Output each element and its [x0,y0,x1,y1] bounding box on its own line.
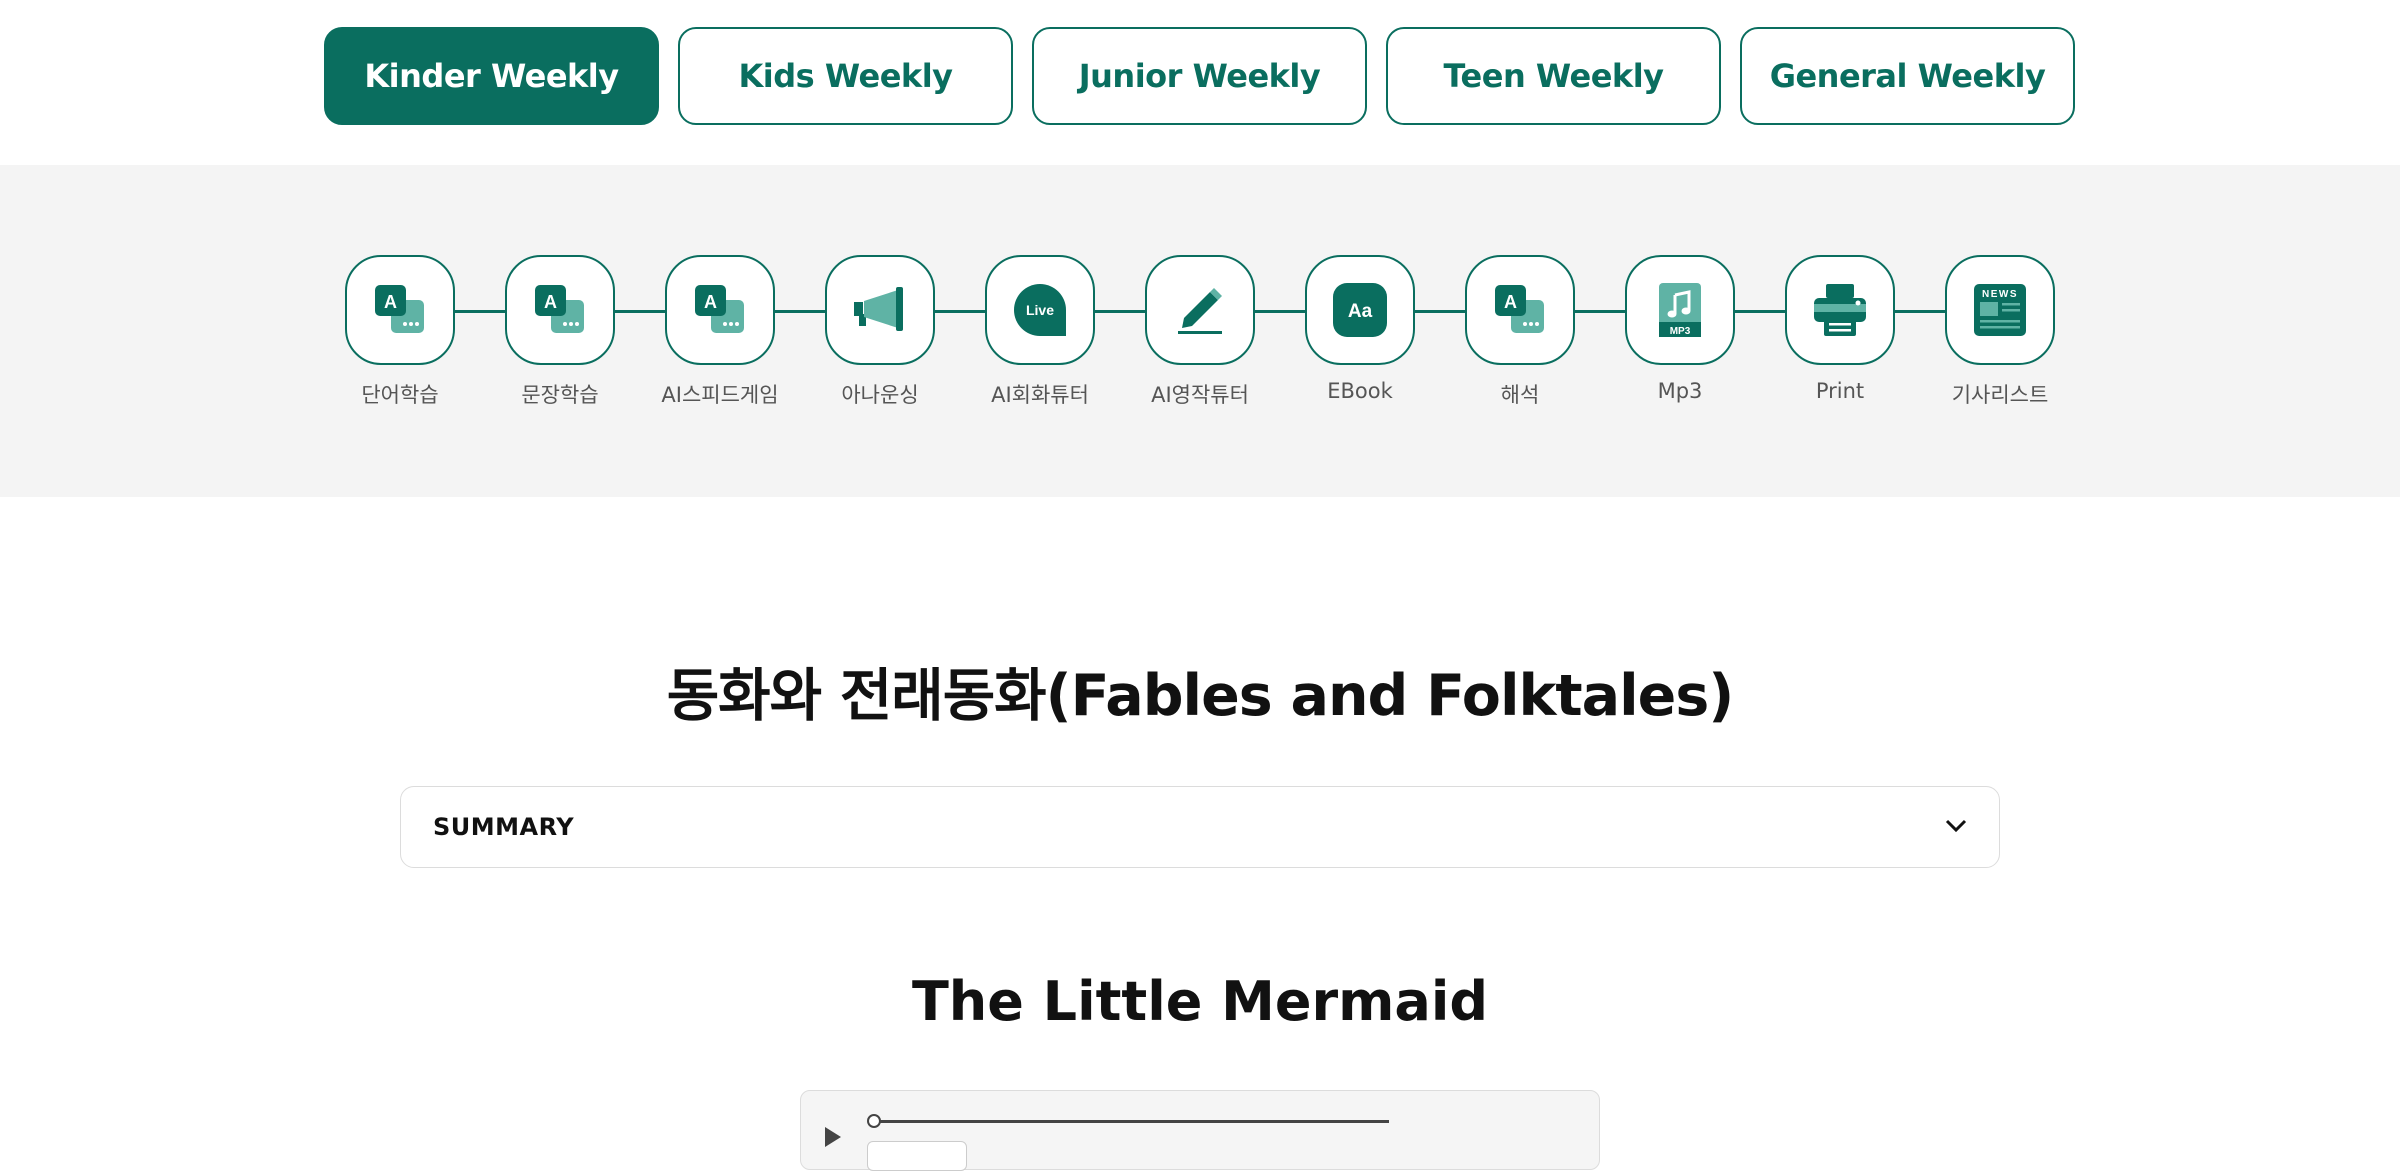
tool-print[interactable]: Print [1760,255,1920,403]
tool-label: Print [1815,379,1865,403]
svg-text:Live: Live [1026,302,1054,318]
svg-text:A: A [384,292,397,312]
tab-junior-weekly[interactable]: Junior Weekly [1032,27,1367,125]
svg-text:NEWS: NEWS [1982,289,2018,300]
chevron-down-icon [1945,818,1967,837]
summary-accordion[interactable]: SUMMARY [400,786,2000,868]
audio-seek-bar[interactable] [867,1114,1389,1128]
ai-speed-game-icon: A [665,255,775,365]
tool-label: AI스피드게임 [661,383,779,407]
printer-icon [1785,255,1895,365]
svg-text:A: A [704,292,717,312]
pencil-icon [1145,255,1255,365]
translation-icon: A [1465,255,1575,365]
tool-ai-conversation-tutor[interactable]: Live AI회화튜터 [960,255,1120,409]
summary-label: SUMMARY [433,813,575,841]
tool-word-study[interactable]: A 단어학습 [320,255,480,409]
audio-player [800,1090,1600,1171]
svg-text:Aa: Aa [1348,301,1373,322]
svg-text:MP3: MP3 [1670,326,1691,337]
tool-label: 문장학습 [521,383,599,407]
tool-label: 단어학습 [361,383,439,407]
live-chat-icon: Live [985,255,1095,365]
playback-control-box[interactable] [867,1141,967,1171]
story-title: The Little Mermaid [911,970,1489,1033]
tool-label: AI영작튜터 [1151,383,1249,407]
tool-mp3[interactable]: MP3 Mp3 [1600,255,1760,403]
tool-label: EBook [1327,379,1393,403]
seek-knob[interactable] [867,1114,881,1128]
tool-ai-writing-tutor[interactable]: AI영작튜터 [1120,255,1280,409]
tool-label: Mp3 [1657,379,1703,403]
tool-ai-speed-game[interactable]: A AI스피드게임 [640,255,800,409]
tool-announcing[interactable]: 아나운싱 [800,255,960,409]
svg-text:A: A [544,292,557,312]
play-icon[interactable] [825,1127,841,1147]
news-list-icon: NEWS [1945,255,2055,365]
tab-kids-weekly[interactable]: Kids Weekly [678,27,1013,125]
tab-general-weekly[interactable]: General Weekly [1740,27,2075,125]
section-title: 동화와 전래동화(Fables and Folktales) [666,663,1735,729]
tool-label: AI회화튜터 [991,383,1089,407]
tool-sentence-study[interactable]: A 문장학습 [480,255,640,409]
word-study-icon: A [345,255,455,365]
mp3-icon: MP3 [1625,255,1735,365]
sentence-study-icon: A [505,255,615,365]
svg-text:A: A [1504,292,1517,312]
tab-kinder-weekly[interactable]: Kinder Weekly [324,27,659,125]
level-tabs: Kinder Weekly Kids Weekly Junior Weekly … [324,27,2075,125]
tool-ebook[interactable]: Aa EBook [1280,255,1440,403]
tool-article-list[interactable]: NEWS 기사리스트 [1920,255,2080,409]
tab-teen-weekly[interactable]: Teen Weekly [1386,27,1721,125]
tool-label: 기사리스트 [1951,383,2049,407]
megaphone-icon [825,255,935,365]
tool-translation[interactable]: A 해석 [1440,255,1600,409]
ebook-icon: Aa [1305,255,1415,365]
tool-label: 해석 [1500,383,1540,407]
tool-label: 아나운싱 [841,383,919,407]
